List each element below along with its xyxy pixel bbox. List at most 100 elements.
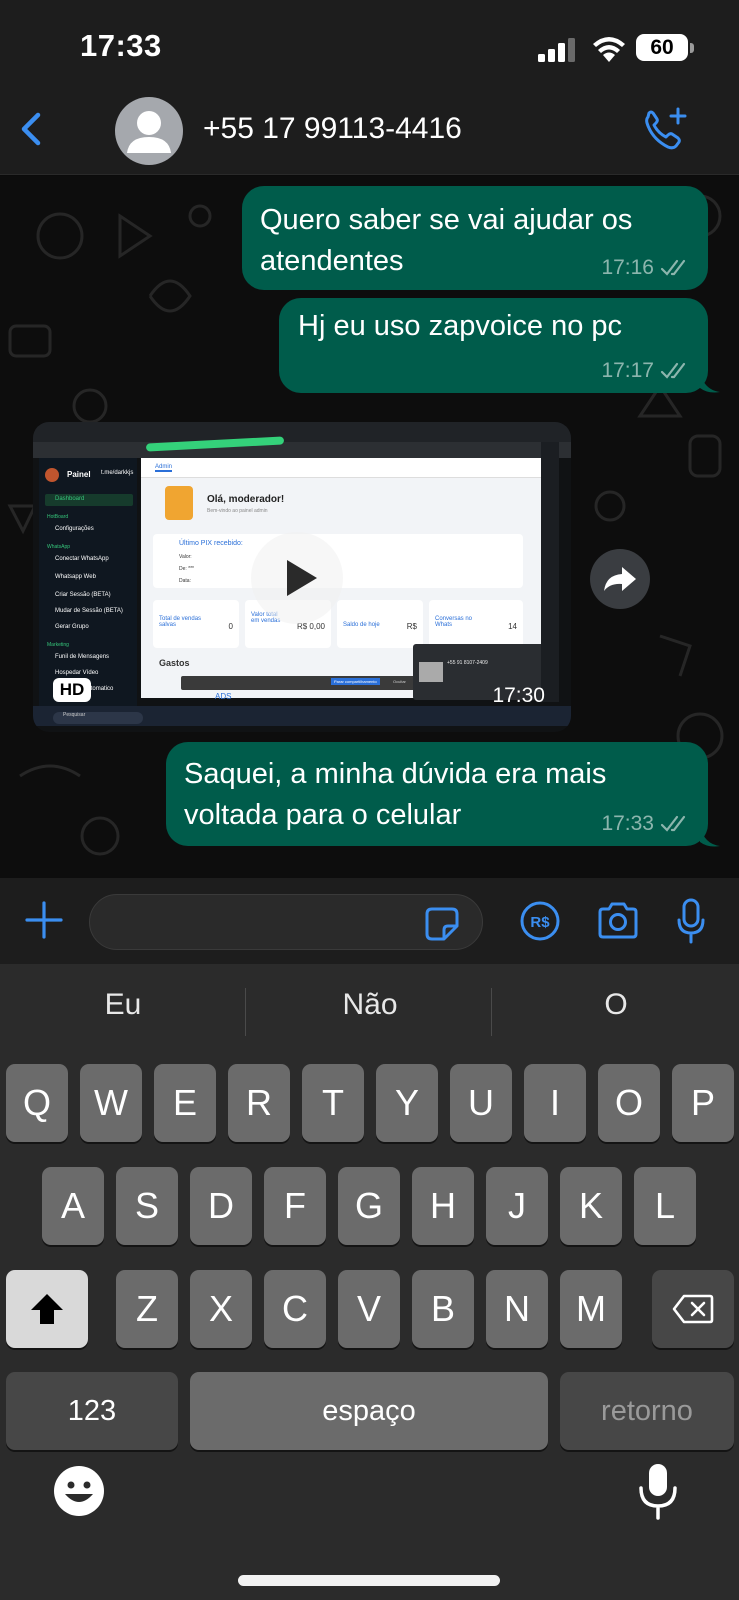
default-avatar-icon [127,111,171,153]
video-time: 17:30 [492,684,545,707]
key-n[interactable]: N [486,1270,548,1348]
key-y[interactable]: Y [376,1064,438,1142]
numbers-key[interactable]: 123 [6,1372,178,1450]
key-g[interactable]: G [338,1167,400,1245]
video-address-bar [33,442,571,458]
video-pix-field: Valor: [179,554,192,560]
double-check-icon [660,259,686,276]
microphone-icon[interactable] [676,898,706,944]
shift-key[interactable] [6,1270,88,1348]
contact-name[interactable]: +55 17 99113-4416 [203,112,462,146]
video-stat-card: Saldo de hoje R$ [337,600,423,648]
sticker-icon[interactable] [424,906,460,942]
key-b[interactable]: B [412,1270,474,1348]
backspace-key[interactable] [652,1270,734,1348]
video-sidebar: Painel t.me/darkkjs Dashboard HotBoard C… [39,458,137,716]
key-t[interactable]: T [302,1064,364,1142]
video-nav-item: Mudar de Sessão (BETA) [55,608,123,614]
svg-text:R$: R$ [530,914,550,931]
chat-area[interactable]: Quero saber se vai ajudar os atendentes … [0,176,739,878]
key-p[interactable]: P [672,1064,734,1142]
play-icon [287,560,317,596]
key-o[interactable]: O [598,1064,660,1142]
key-u[interactable]: U [450,1064,512,1142]
key-w[interactable]: W [80,1064,142,1142]
video-taskbar: Pesquisar [33,706,571,726]
video-share-banner: Parar compartilhamento Ocultar [181,676,431,690]
key-k[interactable]: K [560,1167,622,1245]
suggestion-item[interactable]: Eu [3,988,243,1022]
key-z[interactable]: Z [116,1270,178,1348]
message-time: 17:33 [601,812,654,835]
suggestion-bar: Eu Não O [0,964,739,1060]
chevron-left-icon[interactable] [12,107,52,151]
message-bubble[interactable]: Quero saber se vai ajudar os atendentes … [242,186,708,290]
message-text: Hj eu uso zapvoice no pc [298,310,623,342]
video-illustration [165,486,193,520]
phone-add-icon[interactable] [638,105,690,155]
video-stat-value: 14 [508,622,517,631]
suggestion-item[interactable]: O [496,988,736,1022]
suggestion-item[interactable]: Não [250,988,490,1022]
video-stat-value: 0 [228,622,233,631]
message-bubble[interactable]: Saquei, a minha dúvida era mais voltada … [166,742,708,846]
message-time: 17:17 [601,359,654,382]
key-c[interactable]: C [264,1270,326,1348]
suggestion-divider [245,988,246,1036]
video-nav-item: Hospedar Vídeo [55,670,99,676]
key-r[interactable]: R [228,1064,290,1142]
video-stat-label: Total de vendas salvas [159,616,202,628]
suggestion-divider [491,988,492,1036]
video-stat-label: Conversas no Whats [435,616,473,628]
video-stat-card: Conversas no Whats 14 [429,600,523,648]
video-stat-card: Total de vendas salvas 0 [153,600,239,648]
dictation-icon[interactable] [636,1462,680,1520]
video-nav-item: Dashboard [55,496,85,502]
chat-header: +55 17 99113-4416 [0,95,739,175]
key-h[interactable]: H [412,1167,474,1245]
message-text: Quero saber se vai ajudar os atendentes [260,204,633,277]
key-f[interactable]: F [264,1167,326,1245]
plus-icon[interactable] [24,900,64,940]
message-meta: 17:17 [601,359,690,383]
key-i[interactable]: I [524,1064,586,1142]
video-nav-item: HotBoard [47,514,69,520]
battery-level: 60 [650,36,674,59]
double-check-icon [660,815,686,832]
key-j[interactable]: J [486,1167,548,1245]
return-key[interactable]: retorno [560,1372,734,1450]
key-l[interactable]: L [634,1167,696,1245]
forward-icon [604,567,636,591]
key-s[interactable]: S [116,1167,178,1245]
status-bar: 17:33 60 [0,0,739,95]
video-nav-item: Conectar WhatsApp [55,556,109,562]
video-hide-button: Ocultar [393,679,406,684]
message-time: 17:16 [601,256,654,279]
emoji-icon[interactable] [52,1464,106,1518]
video-nav-item: Whatsapp Web [55,574,96,580]
payment-icon[interactable]: R$ [520,900,560,942]
wifi-icon [593,37,625,62]
key-e[interactable]: E [154,1064,216,1142]
play-button[interactable] [251,532,343,624]
key-d[interactable]: D [190,1167,252,1245]
key-m[interactable]: M [560,1270,622,1348]
space-key[interactable]: espaço [190,1372,548,1450]
video-sidebar-user: t.me/darkkjs [101,470,134,476]
key-q[interactable]: Q [6,1064,68,1142]
home-indicator [238,1575,500,1586]
message-meta: 17:33 [601,812,690,836]
forward-button[interactable] [590,549,650,609]
avatar[interactable] [115,97,183,165]
video-tab-admin: Admin [155,464,173,472]
video-message[interactable]: Painel t.me/darkkjs Dashboard HotBoard C… [33,422,571,732]
bubble-tail [700,372,720,393]
signal-icon [538,38,575,62]
message-text: Saquei, a minha dúvida era mais voltada … [184,758,607,831]
key-x[interactable]: X [190,1270,252,1348]
camera-icon[interactable] [596,902,640,940]
message-bubble[interactable]: Hj eu uso zapvoice no pc 17:17 [279,298,708,393]
key-a[interactable]: A [42,1167,104,1245]
double-check-icon [660,362,686,379]
key-v[interactable]: V [338,1270,400,1348]
